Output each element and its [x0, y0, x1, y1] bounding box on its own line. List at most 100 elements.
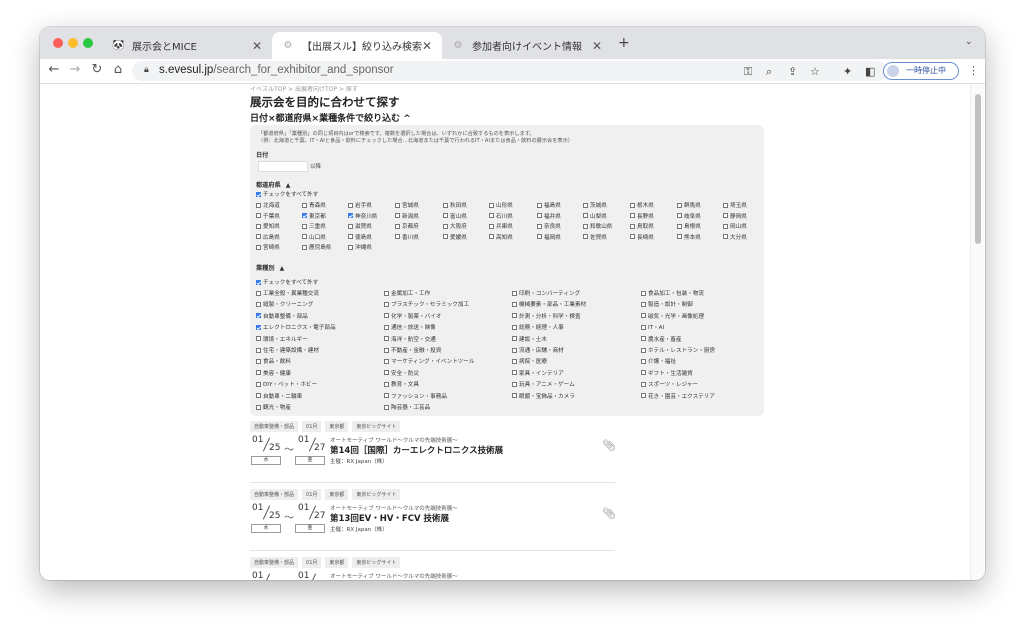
industry-checkbox[interactable]: 住宅・建築設備・建材 — [256, 346, 319, 354]
pref-checkbox[interactable]: 秋田県 — [443, 201, 467, 209]
checkbox[interactable] — [641, 301, 646, 307]
checkbox[interactable] — [489, 202, 494, 208]
pref-checkbox[interactable]: 兵庫県 — [489, 222, 513, 230]
checkbox[interactable] — [723, 213, 728, 219]
event-card[interactable]: 自動車整備・部品 01月 東京都 東京ビッグサイト 01 25 ～ 01 27 水 金 オートモーティ… — [250, 489, 616, 549]
industry-checkbox[interactable]: ギフト・生活雑貨 — [641, 369, 693, 377]
minimize-window-button[interactable] — [68, 38, 78, 48]
close-tab-icon[interactable]: ✕ — [422, 39, 432, 53]
industry-checkbox[interactable]: 海洋・航空・交通 — [384, 335, 436, 343]
event-tag[interactable]: 自動車整備・部品 — [250, 421, 299, 432]
event-tag[interactable]: 01月 — [302, 557, 322, 568]
paperclip-icon[interactable]: 📎︎ — [602, 439, 616, 452]
pref-checkbox[interactable]: 高知県 — [489, 233, 513, 241]
forward-icon[interactable]: → — [67, 62, 83, 77]
industry-checkbox[interactable]: 自動車整備・部品 — [256, 312, 308, 320]
checkbox[interactable] — [677, 213, 682, 219]
checkbox[interactable] — [583, 223, 588, 229]
checkbox[interactable] — [302, 223, 307, 229]
checkbox[interactable] — [512, 301, 517, 307]
industry-checkbox[interactable]: 磁気・光学・画像処理 — [641, 312, 704, 320]
pref-checkbox[interactable]: 沖縄県 — [348, 243, 372, 251]
checkbox[interactable] — [723, 234, 728, 240]
industry-checkbox[interactable]: DIY・ペット・ホビー — [256, 380, 317, 388]
industry-checkbox[interactable]: 食品・飲料 — [256, 357, 291, 365]
industry-checkbox[interactable]: 通信・放送・映像 — [384, 323, 436, 331]
industry-checkbox[interactable]: 総務・経理・人事 — [512, 323, 564, 331]
pref-checkbox[interactable]: 滋賀県 — [348, 222, 372, 230]
checkbox[interactable] — [256, 347, 261, 353]
checkbox[interactable] — [348, 244, 353, 250]
pref-checkbox[interactable]: 島根県 — [677, 222, 701, 230]
checkbox[interactable] — [384, 381, 389, 387]
pref-checkbox[interactable]: 山梨県 — [583, 212, 607, 220]
industry-heading[interactable]: 業種別 ▲ — [256, 263, 284, 272]
pref-checkbox[interactable]: 山形県 — [489, 201, 513, 209]
pref-checkbox[interactable]: 福井県 — [537, 212, 561, 220]
checkbox[interactable] — [641, 324, 646, 330]
industry-checkbox[interactable]: 介護・福祉 — [641, 357, 676, 365]
zoom-icon[interactable]: ⌕ — [766, 65, 772, 79]
profile-button[interactable]: 一時停止中 — [883, 62, 959, 80]
checkbox[interactable] — [641, 381, 646, 387]
pref-checkbox[interactable]: 香川県 — [395, 233, 419, 241]
breadcrumb[interactable]: イベスルTOP > 出展者向けTOP > 探す — [250, 84, 358, 93]
close-tab-icon[interactable]: ✕ — [252, 39, 262, 53]
checkbox[interactable] — [489, 213, 494, 219]
industry-checkbox[interactable]: 印刷・コンバーティング — [512, 289, 580, 297]
pref-checkbox[interactable]: 広島県 — [256, 233, 280, 241]
pref-checkbox[interactable]: 山口県 — [302, 233, 326, 241]
pref-checkbox[interactable]: 千葉県 — [256, 212, 280, 220]
checkbox[interactable] — [384, 313, 389, 319]
checkbox[interactable] — [256, 213, 261, 219]
pref-checkbox[interactable]: 岩手県 — [348, 201, 372, 209]
checkbox[interactable] — [256, 381, 261, 387]
industry-checkbox[interactable]: 安全・防災 — [384, 369, 419, 377]
pref-checkbox[interactable]: 鳥取県 — [630, 222, 654, 230]
event-tag[interactable]: 01月 — [302, 489, 322, 500]
checkbox[interactable] — [537, 213, 542, 219]
checkbox[interactable] — [256, 191, 261, 197]
checkbox[interactable] — [723, 202, 728, 208]
checkbox[interactable] — [384, 324, 389, 330]
home-icon[interactable]: ⌂ — [110, 62, 126, 77]
checkbox[interactable] — [630, 202, 635, 208]
pref-checkbox[interactable]: 愛知県 — [256, 222, 280, 230]
paperclip-icon[interactable]: 📎︎ — [602, 507, 616, 520]
event-tag[interactable]: 自動車整備・部品 — [250, 557, 299, 568]
checkbox[interactable] — [256, 234, 261, 240]
pref-checkbox[interactable]: 栃木県 — [630, 201, 654, 209]
industry-checkbox[interactable]: スポーツ・レジャー — [641, 380, 698, 388]
checkbox[interactable] — [256, 370, 261, 376]
industry-checkbox[interactable]: 建設・土木 — [512, 335, 547, 343]
event-card[interactable]: 自動車整備・部品 01月 東京都 東京ビッグサイト 01 25 ～ 01 27 水 金 オートモーティ… — [250, 421, 616, 481]
checkbox[interactable] — [384, 301, 389, 307]
checkbox[interactable] — [302, 244, 307, 250]
pref-checkbox[interactable]: 東京都 — [302, 212, 326, 220]
industry-checkbox[interactable]: 食品加工・包装・物流 — [641, 289, 704, 297]
checkbox[interactable] — [395, 234, 400, 240]
checkbox[interactable] — [723, 223, 728, 229]
checkbox[interactable] — [302, 202, 307, 208]
checkbox[interactable] — [256, 244, 261, 250]
event-tag[interactable]: 01月 — [302, 421, 322, 432]
checkbox[interactable] — [583, 213, 588, 219]
industry-checkbox[interactable]: 美容・健康 — [256, 369, 291, 377]
checkbox[interactable] — [512, 393, 517, 399]
checkbox[interactable] — [630, 223, 635, 229]
pref-checkbox[interactable]: 富山県 — [443, 212, 467, 220]
event-tag[interactable]: 東京都 — [325, 557, 349, 568]
industry-checkbox[interactable]: 病院・医療 — [512, 357, 547, 365]
pref-uncheck-all[interactable]: チェックをすべて外す — [256, 190, 318, 198]
checkbox[interactable] — [384, 347, 389, 353]
checkbox[interactable] — [641, 370, 646, 376]
pref-checkbox[interactable]: 徳島県 — [348, 233, 372, 241]
star-icon[interactable]: ☆ — [810, 65, 820, 78]
checkbox[interactable] — [512, 347, 517, 353]
pref-checkbox[interactable]: 奈良県 — [537, 222, 561, 230]
event-tag[interactable]: 自動車整備・部品 — [250, 489, 299, 500]
checkbox[interactable] — [256, 336, 261, 342]
industry-checkbox[interactable]: 機械要素・部品・工業素材 — [512, 300, 586, 308]
checkbox[interactable] — [256, 290, 261, 296]
close-window-button[interactable] — [53, 38, 63, 48]
